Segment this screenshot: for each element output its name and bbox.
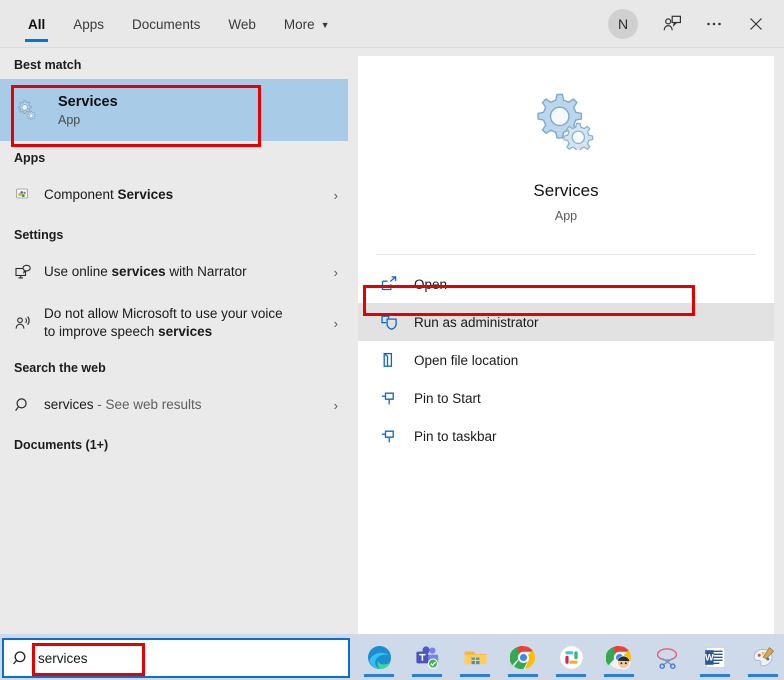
- snipping-tool-icon: [656, 647, 677, 669]
- action-label: Run as administrator: [414, 314, 539, 330]
- best-match-header: Best match: [14, 58, 82, 72]
- apps-header: Apps: [14, 151, 46, 165]
- best-match-text: Services App: [58, 94, 118, 127]
- preview-title: Services: [533, 181, 599, 200]
- open-external-icon: [380, 275, 414, 293]
- best-match-item[interactable]: Services App: [0, 79, 348, 141]
- search-icon: [14, 396, 44, 414]
- results-list: Best match Services App Apps Component S…: [0, 48, 348, 634]
- action-label: Pin to taskbar: [414, 428, 497, 444]
- list-item-label: services - See web results: [44, 396, 202, 412]
- teams-icon: [415, 645, 438, 669]
- tab-documents-label: Documents: [132, 16, 201, 32]
- chevron-right-icon[interactable]: ›: [334, 188, 338, 203]
- list-item-speech-services[interactable]: Do not allow Microsoft to use your voice…: [0, 295, 348, 351]
- tab-more[interactable]: More ▼: [270, 0, 344, 48]
- tab-documents[interactable]: Documents: [118, 0, 214, 48]
- search-input[interactable]: services: [38, 651, 88, 666]
- taskbar-item-word[interactable]: W: [696, 636, 734, 678]
- preview-header: Services App: [358, 56, 774, 238]
- tab-more-label: More: [283, 16, 315, 32]
- taskbar-item-file-explorer[interactable]: [456, 636, 494, 678]
- pin-icon: [380, 389, 414, 407]
- taskbar-item-chrome-profile[interactable]: [600, 636, 638, 678]
- tab-list: All Apps Documents Web More ▼: [0, 0, 344, 48]
- paint-icon: [752, 646, 774, 666]
- best-match-subtitle: App: [58, 112, 81, 127]
- pin-icon: [380, 427, 414, 445]
- tab-all[interactable]: All: [14, 0, 59, 48]
- chevron-right-icon[interactable]: ›: [334, 398, 338, 413]
- svg-text:W: W: [705, 652, 714, 662]
- tab-web[interactable]: Web: [214, 0, 270, 48]
- chrome-icon: [509, 645, 535, 669]
- services-gears-icon: [535, 88, 597, 155]
- action-label: Open: [414, 276, 448, 292]
- tab-apps[interactable]: Apps: [59, 0, 118, 48]
- action-run-as-administrator[interactable]: Run as administrator: [358, 303, 774, 341]
- feedback-person-icon[interactable]: [652, 4, 692, 44]
- chrome-profile-icon: [605, 645, 631, 669]
- preview-pane: Services App Open Run as administrator O…: [358, 56, 774, 634]
- search-flyout-window: All Apps Documents Web More ▼ N Best mat…: [0, 0, 784, 680]
- services-gears-icon: [14, 97, 50, 123]
- action-open[interactable]: Open: [358, 265, 774, 303]
- tab-apps-label: Apps: [73, 16, 105, 32]
- search-tab-bar: All Apps Documents Web More ▼ N: [0, 0, 784, 48]
- action-list: Open Run as administrator Open file loca…: [358, 255, 774, 455]
- taskbar-item-slack[interactable]: [552, 636, 590, 678]
- taskbar-item-snipping-tool[interactable]: [648, 636, 686, 678]
- chevron-right-icon[interactable]: ›: [334, 265, 338, 280]
- best-match-title: Services: [58, 93, 118, 110]
- list-item-label: Component Services: [44, 186, 174, 202]
- taskbar-app-list: W: [356, 634, 782, 680]
- word-icon: W: [705, 646, 725, 668]
- avatar[interactable]: N: [608, 9, 638, 39]
- shield-admin-icon: [380, 313, 414, 331]
- web-header: Search the web: [14, 361, 106, 375]
- list-item-component-services[interactable]: Component Services ›: [0, 172, 348, 218]
- search-icon: [4, 649, 38, 668]
- chevron-down-icon: ▼: [320, 20, 330, 30]
- more-options-icon[interactable]: [694, 4, 734, 44]
- preview-subtitle: App: [554, 209, 578, 223]
- action-open-file-location[interactable]: Open file location: [358, 341, 774, 379]
- edge-icon: [367, 645, 391, 669]
- list-item-narrator-services[interactable]: Use online services with Narrator ›: [0, 249, 348, 295]
- close-icon[interactable]: [736, 4, 776, 44]
- taskbar-search-box[interactable]: services: [2, 638, 350, 678]
- folder-location-icon: [380, 351, 414, 369]
- slack-icon: [558, 644, 584, 670]
- settings-header: Settings: [14, 228, 64, 242]
- chevron-right-icon[interactable]: ›: [334, 316, 338, 331]
- action-label: Open file location: [414, 352, 519, 368]
- list-item-label: Do not allow Microsoft to use your voice…: [44, 305, 283, 339]
- avatar-initial: N: [617, 16, 629, 32]
- window-controls: N: [608, 0, 784, 48]
- documents-header: Documents (1+): [14, 438, 109, 452]
- file-explorer-icon: [464, 651, 486, 664]
- speech-person-icon: [14, 314, 44, 333]
- taskbar-item-edge[interactable]: [360, 636, 398, 678]
- tab-web-label: Web: [228, 16, 256, 32]
- action-label: Pin to Start: [414, 390, 481, 406]
- list-item-web-search[interactable]: services - See web results ›: [0, 382, 348, 428]
- taskbar-item-paint[interactable]: [744, 636, 782, 678]
- list-item-label: Use online services with Narrator: [44, 263, 247, 279]
- component-services-icon: [14, 186, 44, 204]
- narrator-monitor-icon: [14, 263, 44, 282]
- tab-all-label: All: [28, 16, 46, 32]
- taskbar-item-teams[interactable]: [408, 636, 446, 678]
- action-pin-to-start[interactable]: Pin to Start: [358, 379, 774, 417]
- taskbar-item-chrome[interactable]: [504, 636, 542, 678]
- action-pin-to-taskbar[interactable]: Pin to taskbar: [358, 417, 774, 455]
